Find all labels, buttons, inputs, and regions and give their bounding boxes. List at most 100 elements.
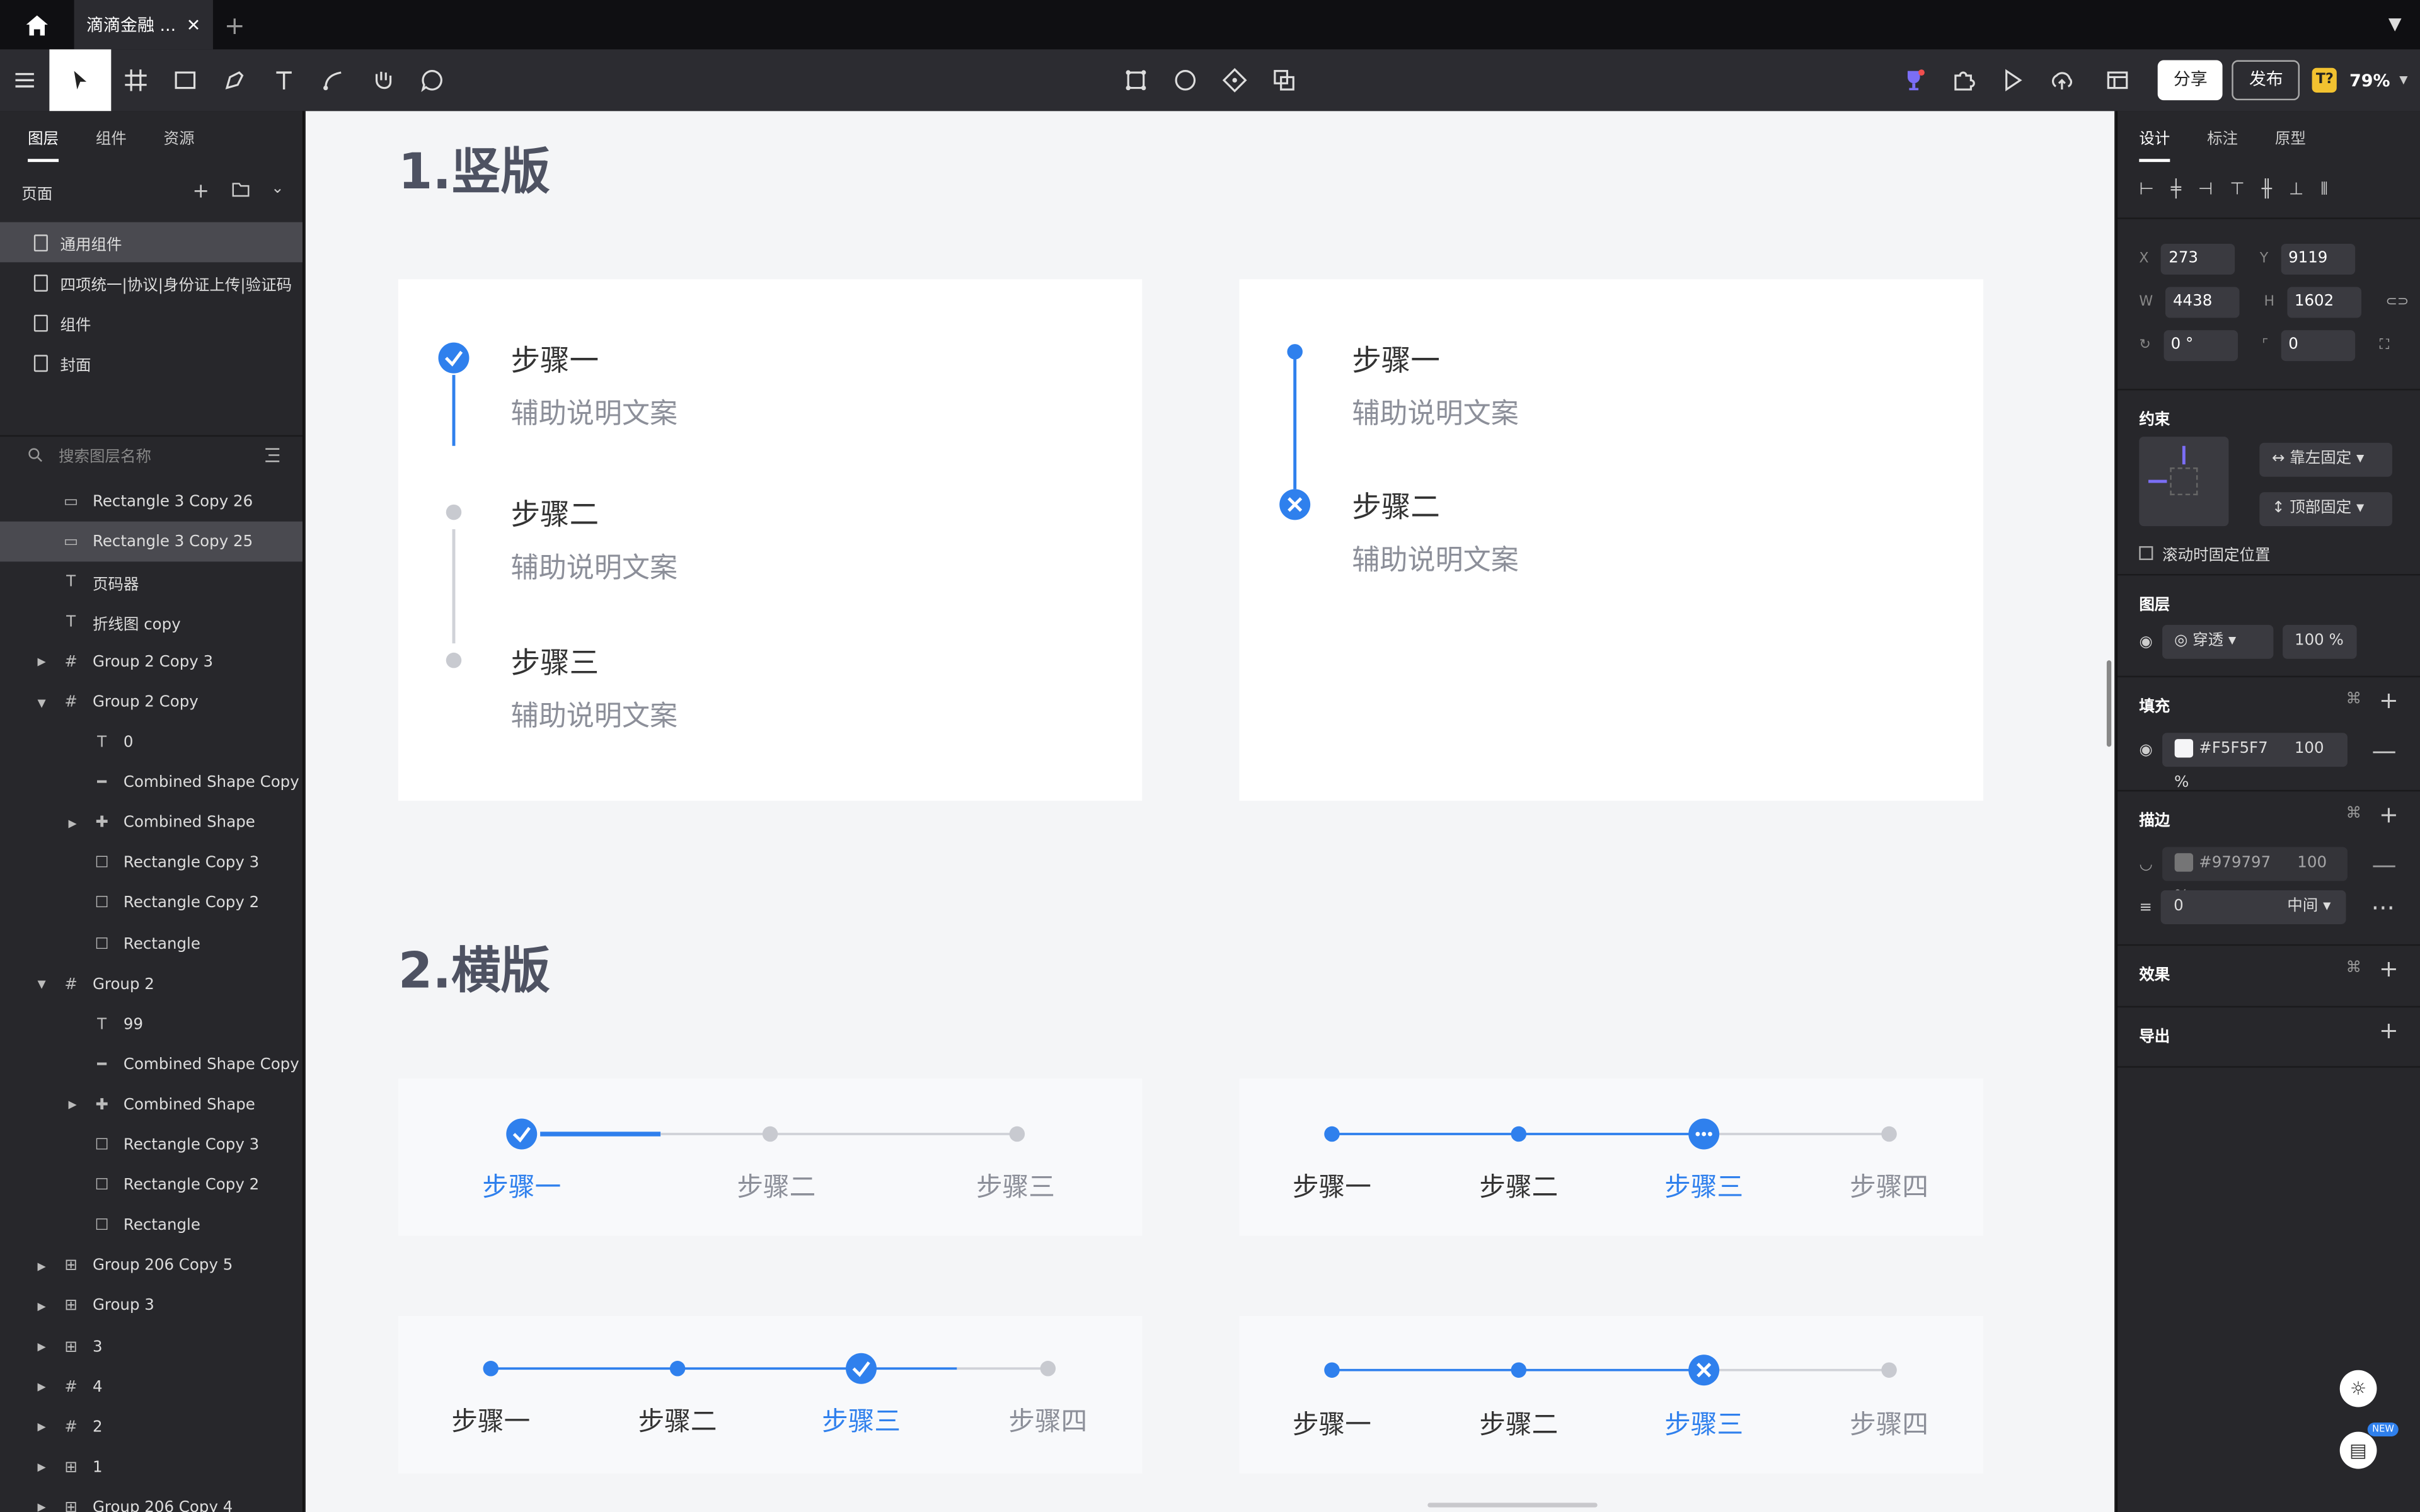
layer-row[interactable]: ▶ ⊞ Group 206 Copy 5 (0, 1246, 302, 1286)
remove-fill-icon[interactable]: — (2371, 735, 2396, 765)
page-item[interactable]: 通用组件 (0, 222, 303, 263)
layer-search[interactable]: 搜索图层名称 (0, 435, 303, 472)
tab-components[interactable]: 组件 (96, 124, 127, 147)
document-tab[interactable]: 滴滴金融 ... ✕ (74, 0, 213, 50)
layer-row[interactable]: ☐ Rectangle (0, 1206, 302, 1246)
tab-assets[interactable]: 资源 (164, 124, 195, 147)
layer-row[interactable]: ▶ ⊞ 1 (0, 1448, 302, 1488)
tab-annotate[interactable]: 标注 (2207, 124, 2238, 147)
stroke-color-input[interactable]: #979797 100 % (2162, 847, 2348, 906)
independent-corners-icon[interactable]: ⛶ (2380, 338, 2389, 353)
layer-row[interactable]: ☐ Rectangle Copy 2 (0, 1166, 302, 1206)
create-component-icon[interactable] (1210, 49, 1259, 111)
caret-right-icon[interactable]: ▶ (65, 817, 80, 830)
new-tab-button[interactable]: + (213, 10, 256, 40)
w-input[interactable]: 4438 (2165, 287, 2240, 318)
horizontal-steps-card[interactable]: 步骤一 步骤二 步骤三 步骤四 (1239, 1078, 1983, 1236)
layer-row[interactable]: ▶ ✚ Combined Shape (0, 1085, 302, 1126)
trophy-icon[interactable] (1889, 49, 1939, 111)
stroke-swatch[interactable] (2174, 853, 2193, 872)
caret-right-icon[interactable]: ▶ (34, 1421, 49, 1434)
distribute-icon[interactable]: ⫴ (2320, 178, 2327, 200)
page-item[interactable]: 组件 (0, 302, 302, 343)
h-input[interactable]: 1602 (2286, 287, 2361, 318)
play-icon[interactable] (1988, 49, 2037, 111)
folder-icon[interactable] (231, 180, 249, 203)
layer-row[interactable]: ☐ Rectangle (0, 924, 302, 965)
layer-opacity-input[interactable]: 100 % (2282, 624, 2356, 659)
vertical-constraint-select[interactable]: ↕ 顶部固定 ▾ (2259, 492, 2392, 527)
caret-right-icon[interactable]: ▶ (34, 1462, 49, 1474)
blend-mode-select[interactable]: ◎ 穿透 ▾ (2162, 624, 2273, 659)
vertical-steps-card[interactable]: 步骤一 辅助说明文案 步骤二 辅助说明文案 (1239, 279, 1983, 801)
more-options-icon[interactable]: ··· (2371, 893, 2395, 922)
layer-row[interactable]: ▶ ⊞ Group 206 Copy 4 (0, 1488, 302, 1512)
home-icon[interactable] (0, 0, 74, 49)
eye-icon[interactable]: ◉ (2139, 742, 2152, 759)
plugin-icon[interactable] (1939, 49, 1988, 111)
horizontal-constraint-select[interactable]: ↔ 靠左固定 ▾ (2259, 442, 2392, 477)
layer-row[interactable]: ☐ Rectangle Copy 3 (0, 1126, 302, 1166)
pen-tool-icon[interactable] (210, 49, 259, 111)
menu-icon[interactable] (0, 49, 49, 111)
eye-hidden-icon[interactable]: ◡ (2139, 856, 2152, 873)
align-top-icon[interactable]: ⊤ (2230, 179, 2244, 199)
caret-down-icon[interactable]: ▼ (34, 978, 49, 991)
stroke-hex[interactable]: #979797 (2199, 855, 2271, 872)
close-icon[interactable]: ✕ (187, 14, 201, 35)
collapse-pages-icon[interactable]: ⌄ (271, 180, 284, 203)
layer-row[interactable]: ━ Combined Shape Copy (0, 763, 302, 803)
mask-icon[interactable] (1161, 49, 1210, 111)
style-link-icon[interactable]: ⌘ (2346, 959, 2361, 976)
vertical-steps-card[interactable]: 步骤一 辅助说明文案 步骤二 辅助说明文案 步骤三 辅助说明文案 (398, 279, 1143, 801)
text-tool-icon[interactable] (259, 49, 308, 111)
caret-right-icon[interactable]: ▶ (34, 1341, 49, 1353)
layer-row[interactable]: T 页码器 (0, 562, 302, 602)
add-effect-icon[interactable]: + (2379, 955, 2399, 983)
layer-row[interactable]: ☐ Rectangle Copy 3 (0, 844, 302, 884)
stroke-width-input[interactable]: 0 中间 ▾ (2161, 890, 2347, 924)
layer-row[interactable]: T0 (0, 723, 302, 764)
style-link-icon[interactable]: ⌘ (2346, 805, 2361, 822)
plugin-badge[interactable]: T? (2312, 67, 2337, 93)
frame-tool-icon[interactable] (111, 49, 160, 111)
caret-right-icon[interactable]: ▶ (34, 1260, 49, 1273)
constraint-widget[interactable] (2139, 437, 2229, 527)
rotation-input[interactable]: 0 ° (2163, 330, 2237, 362)
caret-right-icon[interactable]: ▶ (34, 1502, 49, 1512)
chevron-down-icon[interactable]: ▼ (2388, 14, 2402, 34)
hand-tool-icon[interactable] (358, 49, 407, 111)
add-page-icon[interactable]: + (192, 180, 209, 203)
remove-stroke-icon[interactable]: — (2371, 849, 2396, 879)
zoom-level[interactable]: 79% (2349, 70, 2390, 90)
comment-tool-icon[interactable] (408, 49, 457, 111)
radius-input[interactable]: 0 (2281, 330, 2355, 362)
add-stroke-icon[interactable]: + (2379, 801, 2399, 828)
caret-down-icon[interactable]: ▼ (34, 697, 49, 709)
component-icon[interactable] (1111, 49, 1160, 111)
page-item[interactable]: 四项统一|协议|身份证上传|验证码 (0, 262, 302, 302)
stroke-align-select[interactable]: 中间 ▾ (2287, 898, 2331, 915)
layer-row[interactable]: ▶ #4 (0, 1367, 302, 1407)
align-center-h-icon[interactable]: ╪ (2171, 179, 2181, 199)
eye-icon[interactable]: ◉ (2139, 633, 2152, 650)
y-input[interactable]: 9119 (2280, 243, 2355, 275)
fill-color-input[interactable]: #F5F5F7 100 % (2162, 733, 2348, 791)
layer-row[interactable]: ☐ Rectangle Copy 2 (0, 884, 302, 924)
fill-hex[interactable]: #F5F5F7 (2199, 741, 2268, 758)
tab-design[interactable]: 设计 (2139, 124, 2170, 161)
horizontal-steps-card[interactable]: 步骤一 步骤二 步骤三 步骤四 (398, 1315, 1143, 1474)
publish-button[interactable]: 发布 (2232, 60, 2300, 101)
layer-row[interactable]: ▭ Rectangle 3 Copy 25 (0, 521, 303, 562)
tab-prototype[interactable]: 原型 (2275, 124, 2306, 147)
layer-row[interactable]: ▶ # Group 2 Copy 3 (0, 643, 302, 683)
horizontal-steps-card[interactable]: 步骤一 步骤二 步骤三 步骤四 (1239, 1315, 1983, 1474)
horizontal-scrollbar[interactable] (1427, 1503, 1598, 1508)
layer-row[interactable]: T 折线图 copy (0, 602, 302, 643)
layer-row[interactable]: ▼ # Group 2 (0, 965, 302, 1005)
share-button[interactable]: 分享 (2158, 60, 2223, 101)
style-link-icon[interactable]: ⌘ (2346, 691, 2361, 708)
theme-toggle-icon[interactable]: ☼ (2339, 1370, 2377, 1407)
search-input[interactable]: 搜索图层名称 (59, 443, 151, 466)
caret-right-icon[interactable]: ▶ (34, 656, 49, 669)
